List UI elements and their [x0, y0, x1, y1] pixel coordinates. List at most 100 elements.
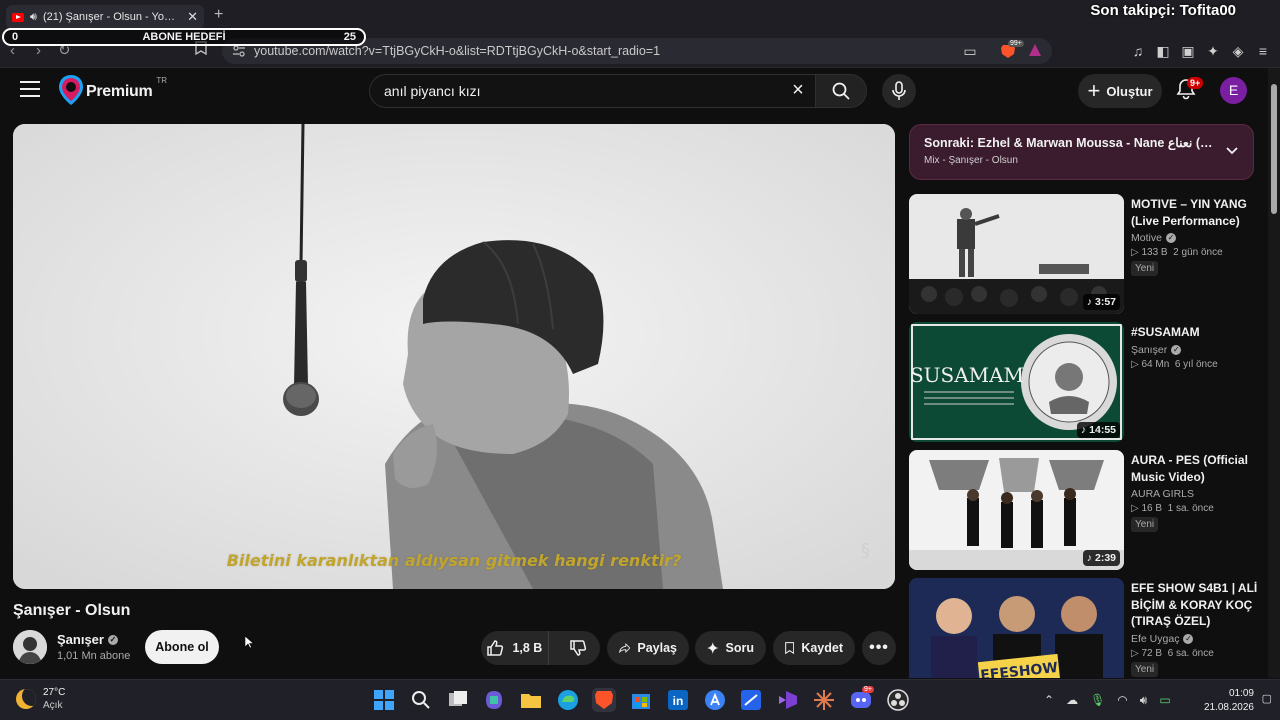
vscode-like-icon[interactable] — [739, 688, 763, 712]
channel-logo-icon — [59, 75, 83, 105]
music-icon[interactable]: ♫ — [1130, 43, 1146, 59]
channel-avatar[interactable] — [13, 630, 47, 664]
url-text: youtube.com/watch?v=TtjBGyCkH-o&list=RDT… — [254, 44, 661, 58]
recommendation-item[interactable]: EFESHOW EFE SHOW S4B1 | ALİ BİÇİM & KORA… — [909, 578, 1259, 678]
rec-title[interactable]: AURA - PES (Official Music Video) — [1131, 452, 1259, 485]
moon-icon — [16, 689, 36, 709]
like-button[interactable]: 1,8 B — [481, 631, 549, 665]
verified-icon: ✓ — [107, 634, 118, 645]
up-next-banner[interactable]: Sonraki: Ezhel & Marwan Moussa - Nane نع… — [909, 124, 1254, 180]
recommendation-item[interactable]: SUSAMAM ♪ 14:55 #SUSAMAM Şanışer ✓ ▷ 64 M… — [909, 322, 1259, 444]
volume-icon[interactable]: 🔊︎ — [1140, 693, 1148, 708]
voice-search-button[interactable] — [882, 74, 916, 108]
brave-browser-icon[interactable] — [592, 688, 616, 712]
chevron-down-icon[interactable] — [1225, 143, 1239, 157]
page-scrollbar[interactable] — [1268, 68, 1280, 678]
app-store-icon[interactable] — [703, 688, 727, 712]
start-menu-icon[interactable] — [372, 688, 396, 712]
logo-wordmark: Premium — [86, 83, 153, 100]
youtube-masthead: Premium TR anıl piyancı kızı × + Oluştur… — [0, 68, 1268, 114]
share-button[interactable]: Paylaş — [607, 631, 689, 665]
search-icon — [832, 82, 850, 100]
subscribe-button[interactable]: Abone ol — [145, 630, 219, 664]
linkedin-icon[interactable]: in — [666, 688, 690, 712]
weather-condition: Açık — [43, 700, 63, 711]
duration-badge: ♪ 3:57 — [1082, 294, 1120, 310]
new-tab-button[interactable]: + — [214, 6, 223, 24]
recommendation-item[interactable]: ♪ 2:39 AURA - PES (Official Music Video)… — [909, 450, 1259, 572]
guide-menu-button[interactable] — [20, 81, 40, 97]
copilot-icon[interactable] — [482, 688, 506, 712]
discord-badge: 9+ — [862, 686, 874, 693]
account-avatar[interactable]: E — [1220, 77, 1247, 104]
video-thumbnail[interactable]: SUSAMAM ♪ 14:55 — [909, 322, 1124, 442]
video-thumbnail[interactable]: EFESHOW — [909, 578, 1124, 678]
save-button[interactable]: Kaydet — [773, 631, 855, 665]
video-subtitle: Biletini karanlıktan aldıysan gitmek han… — [226, 551, 682, 570]
rewards-icon[interactable] — [1028, 43, 1044, 59]
wifi-icon[interactable]: ◠ — [1117, 693, 1127, 708]
clock-date: 21.08.2026 — [1203, 702, 1254, 713]
rec-channel[interactable]: AURA GIRLS — [1131, 488, 1259, 500]
search-query: anıl piyancı kızı — [384, 83, 481, 99]
speaker-icon[interactable]: 🔊︎ — [30, 11, 37, 24]
browser-menu-icon[interactable]: ≡ — [1255, 43, 1271, 59]
taskbar-search-icon[interactable] — [409, 688, 433, 712]
cast-icon[interactable]: ▭ — [962, 43, 978, 59]
subscriber-count: 1,01 Mn abone — [57, 650, 131, 662]
mic-tray-icon[interactable]: 🎙︎ — [1090, 693, 1105, 708]
leo-ai-icon[interactable]: ✦ — [1205, 43, 1221, 59]
notification-center-icon[interactable]: ▢ — [1262, 692, 1272, 705]
rec-channel[interactable]: Efe Uygaç ✓ — [1131, 633, 1259, 645]
create-button[interactable]: + Oluştur — [1078, 74, 1162, 108]
obs-icon[interactable] — [886, 688, 910, 712]
dislike-button[interactable] — [556, 639, 600, 657]
rec-channel[interactable]: Motive ✓ — [1131, 232, 1259, 244]
edge-icon[interactable] — [556, 688, 580, 712]
duration-badge: ♪ 14:55 — [1076, 422, 1120, 438]
tray-overflow-icon[interactable]: ⌃ — [1044, 693, 1054, 708]
video-thumbnail[interactable]: ♪ 3:57 — [909, 194, 1124, 314]
claude-icon[interactable] — [812, 688, 836, 712]
store-icon[interactable] — [629, 688, 653, 712]
svg-text:in: in — [673, 694, 684, 708]
video-player[interactable]: § Biletini karanlıktan aldıysan gitmek h… — [13, 124, 895, 589]
thumbs-up-icon — [487, 640, 504, 656]
clock-time: 01:09 — [1228, 688, 1254, 699]
battery-icon[interactable]: ▭ — [1159, 693, 1170, 708]
thumbnail-text: SUSAMAM — [910, 363, 1024, 387]
video-thumbnail[interactable]: ♪ 2:39 — [909, 450, 1124, 570]
youtube-premium-logo[interactable]: Premium TR — [58, 74, 167, 106]
new-badge: Yeni — [1131, 661, 1159, 677]
rec-title[interactable]: MOTIVE – YIN YANG (Live Performance) — [1131, 196, 1259, 229]
scrollbar-thumb[interactable] — [1271, 84, 1277, 214]
rec-stats: ▷ 133 B 2 gün önce — [1131, 247, 1223, 258]
up-next-subtitle: Mix - Şanışer - Olsun — [924, 155, 1018, 166]
search-input[interactable]: anıl piyancı kızı × — [369, 74, 815, 108]
search-button[interactable] — [815, 74, 867, 108]
recommendation-item[interactable]: ♪ 3:57 MOTIVE – YIN YANG (Live Performan… — [909, 194, 1259, 316]
verified-icon: ✓ — [1171, 344, 1182, 355]
weather-widget[interactable]: 27°C Açık — [16, 686, 65, 712]
channel-name[interactable]: Şanışer ✓ — [57, 632, 118, 647]
search-bar: anıl piyancı kızı × — [369, 74, 867, 108]
clear-search-icon[interactable]: × — [787, 80, 809, 102]
task-view-icon[interactable] — [446, 688, 470, 712]
visual-studio-icon[interactable] — [776, 688, 800, 712]
wallet-icon[interactable]: ▣ — [1180, 43, 1196, 59]
close-tab-icon[interactable]: ✕ — [187, 9, 198, 25]
cloud-icon[interactable]: ☁ — [1066, 693, 1078, 708]
rec-title[interactable]: EFE SHOW S4B1 | ALİ BİÇİM & KORAY KOÇ (T… — [1131, 580, 1259, 630]
rec-channel[interactable]: Şanışer ✓ — [1131, 344, 1259, 356]
rec-title[interactable]: #SUSAMAM — [1131, 324, 1259, 341]
browser-tab[interactable]: 🔊︎ (21) Şanışer - Olsun - YouTube ✕ — [6, 5, 204, 29]
file-explorer-icon[interactable] — [519, 688, 543, 712]
vpn-icon[interactable]: ◈ — [1230, 43, 1246, 59]
system-clock[interactable]: 01:09 21.08.2026 — [1204, 687, 1254, 715]
share-icon — [619, 642, 631, 654]
site-info-icon[interactable] — [232, 44, 246, 58]
sidebar-icon[interactable]: ◧ — [1155, 43, 1171, 59]
video-frame: § — [13, 124, 895, 589]
ask-button[interactable]: Soru — [695, 631, 766, 665]
more-actions-button[interactable]: ••• — [862, 631, 896, 665]
